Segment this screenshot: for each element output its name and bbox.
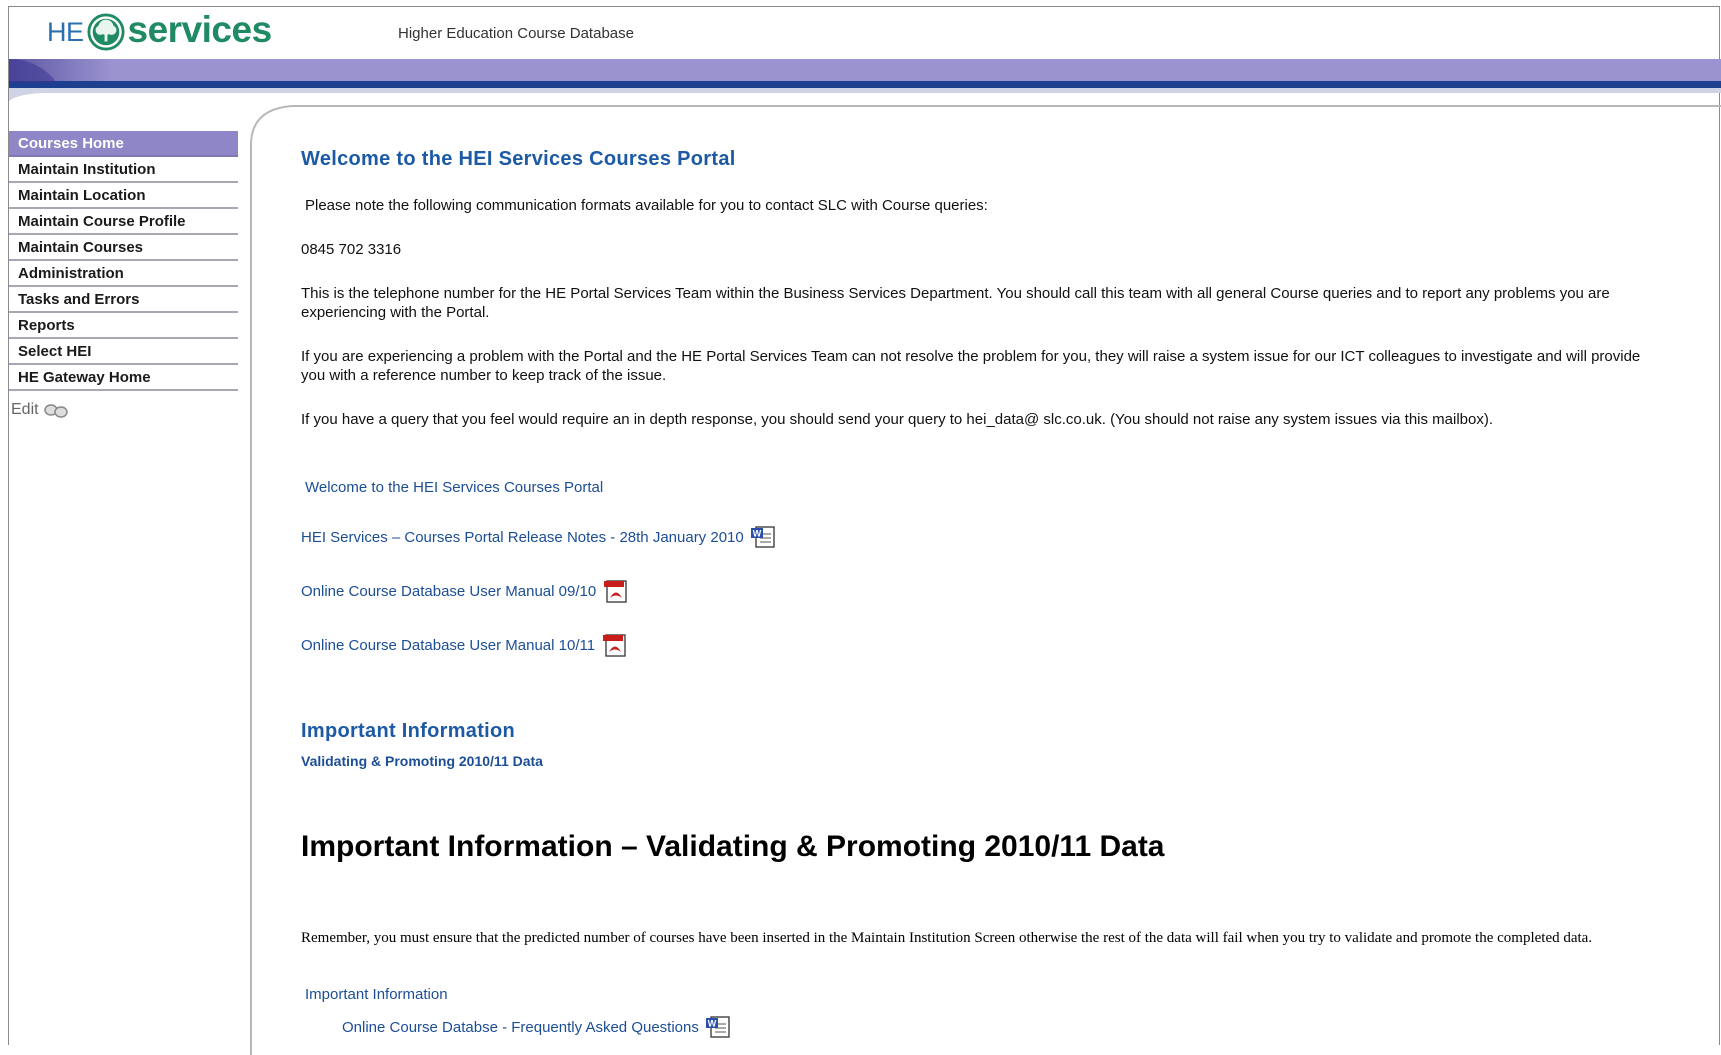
- he-services-logo[interactable]: HE services: [47, 9, 272, 55]
- sidebar-item-select-hei[interactable]: Select HEI: [9, 339, 238, 365]
- release-notes-link[interactable]: HEI Services – Courses Portal Release No…: [301, 525, 776, 549]
- svg-text:W: W: [708, 1019, 717, 1029]
- sidebar-item-maintain-location[interactable]: Maintain Location: [9, 183, 238, 209]
- svg-text:W: W: [752, 529, 761, 539]
- user-manual-1011-link[interactable]: Online Course Database User Manual 10/11: [301, 633, 627, 657]
- sidebar-item-tasks-and-errors[interactable]: Tasks and Errors: [9, 287, 238, 313]
- sidebar-nav: Courses Home Maintain Institution Mainta…: [9, 131, 238, 419]
- faq-link[interactable]: Online Course Databse - Frequently Asked…: [342, 1015, 731, 1039]
- link-label: Online Course Databse - Frequently Asked…: [342, 1018, 699, 1036]
- edit-label: Edit: [11, 401, 39, 418]
- link-label: Online Course Database User Manual 10/11: [301, 636, 596, 654]
- important-information-link[interactable]: Important Information: [305, 986, 448, 1003]
- tree-emblem-icon: [86, 13, 125, 51]
- word-doc-icon: W: [705, 1016, 730, 1038]
- header-banner: [9, 59, 1721, 101]
- sidebar-item-administration[interactable]: Administration: [9, 261, 238, 287]
- welcome-portal-link[interactable]: Welcome to the HEI Services Courses Port…: [305, 479, 603, 496]
- sidebar-item-maintain-courses[interactable]: Maintain Courses: [9, 235, 238, 261]
- pdf-icon: [604, 580, 627, 603]
- issue-paragraph: If you are experiencing a problem with t…: [301, 348, 1641, 384]
- email-paragraph: If you have a query that you feel would …: [301, 411, 1494, 428]
- link-label: Online Course Database User Manual 09/10: [301, 582, 597, 600]
- logo-he-text: HE: [47, 16, 84, 47]
- edit-glasses-icon: [43, 404, 68, 418]
- reminder-text: Remember, you must ensure that the predi…: [301, 930, 1593, 946]
- phone-number: 0845 702 3316: [301, 241, 402, 258]
- page-title: Welcome to the HEI Services Courses Port…: [301, 148, 736, 170]
- sidebar-item-maintain-course-profile[interactable]: Maintain Course Profile: [9, 209, 238, 235]
- sidebar-item-he-gateway-home[interactable]: HE Gateway Home: [9, 365, 238, 391]
- link-label: HEI Services – Courses Portal Release No…: [301, 528, 744, 546]
- sidebar-item-reports[interactable]: Reports: [9, 313, 238, 339]
- sidebar-item-courses-home[interactable]: Courses Home: [9, 131, 238, 157]
- important-information-heading: Important Information: [301, 720, 516, 742]
- link-label: Welcome to the HEI Services Courses Port…: [305, 479, 604, 496]
- link-label: Important Information: [305, 986, 448, 1003]
- logo-services-text: services: [127, 9, 273, 50]
- validating-promoting-link[interactable]: Validating & Promoting 2010/11 Data: [301, 753, 543, 769]
- page-frame: HE services Higher Education Course Data…: [8, 6, 1721, 1055]
- pdf-icon: [603, 634, 626, 657]
- site-subtitle: Higher Education Course Database: [398, 25, 634, 42]
- important-information-title: Important Information – Validating & Pro…: [301, 830, 1165, 863]
- user-manual-0910-link[interactable]: Online Course Database User Manual 09/10: [301, 579, 628, 603]
- intro-text: Please note the following communication …: [305, 197, 988, 214]
- word-doc-icon: W: [750, 526, 775, 548]
- header: HE services Higher Education Course Data…: [9, 7, 1719, 59]
- edit-link[interactable]: Edit: [9, 401, 238, 419]
- phone-description: This is the telephone number for the HE …: [301, 285, 1610, 321]
- sidebar-item-maintain-institution[interactable]: Maintain Institution: [9, 157, 238, 183]
